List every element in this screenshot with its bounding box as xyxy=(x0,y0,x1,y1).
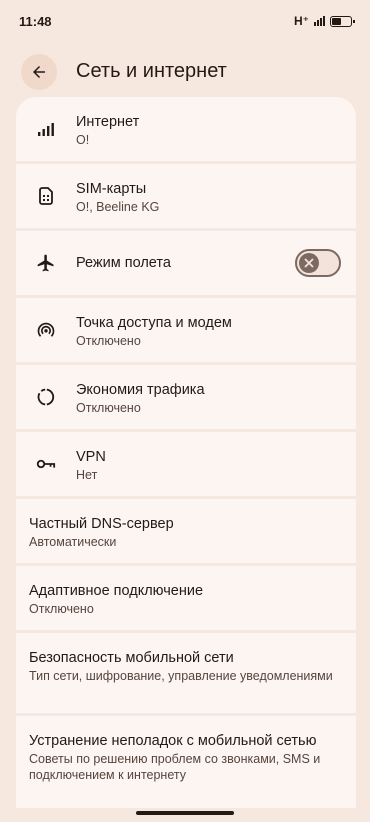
list-item-private-dns[interactable]: Частный DNS-сервер Автоматически xyxy=(16,499,356,563)
airplane-mode-toggle[interactable] xyxy=(295,249,341,277)
item-subtitle: Тип сети, шифрование, управление уведомл… xyxy=(29,669,333,683)
list-item-internet[interactable]: Интернет O! xyxy=(16,97,356,161)
list-item-vpn[interactable]: VPN Нет xyxy=(16,432,356,496)
item-subtitle: Отключено xyxy=(29,602,94,616)
item-subtitle: Автоматически xyxy=(29,535,117,549)
app-header: Сеть и интернет xyxy=(0,52,370,92)
item-title: Устранение неполадок с мобильной сетью xyxy=(29,733,317,749)
item-subtitle: Нет xyxy=(76,468,98,482)
back-button[interactable] xyxy=(21,54,57,90)
item-title: Точка доступа и модем xyxy=(76,315,232,331)
item-subtitle: O!, Beeline KG xyxy=(76,200,160,214)
item-title: Интернет xyxy=(76,114,140,130)
item-subtitle: O! xyxy=(76,133,90,147)
item-title: Безопасность мобильной сети xyxy=(29,650,234,666)
item-subtitle: Отключено xyxy=(76,334,141,348)
page-title: Сеть и интернет xyxy=(76,60,227,82)
status-time: 11:48 xyxy=(19,14,52,29)
item-subtitle: Советы по решению проблем со звонками, S… xyxy=(29,752,321,782)
network-type: H⁺ xyxy=(294,14,309,28)
airplane-icon xyxy=(36,253,56,273)
item-title: Частный DNS-сервер xyxy=(29,516,174,532)
list-item-hotspot[interactable]: Точка доступа и модем Отключено xyxy=(16,298,356,362)
list-item-adaptive-connectivity[interactable]: Адаптивное подключение Отключено xyxy=(16,566,356,630)
hotspot-icon xyxy=(36,320,56,340)
list-item-airplane-mode[interactable]: Режим полета xyxy=(16,231,356,295)
status-bar: 11:48 H⁺ xyxy=(0,0,370,44)
data-saver-icon xyxy=(36,387,56,407)
close-icon xyxy=(304,258,314,268)
settings-list: Интернет O! SIM-карты O!, Beeline KG Реж… xyxy=(16,97,356,811)
home-indicator[interactable] xyxy=(136,811,234,815)
list-item-data-saver[interactable]: Экономия трафика Отключено xyxy=(16,365,356,429)
item-subtitle: Отключено xyxy=(76,401,141,415)
item-title: Адаптивное подключение xyxy=(29,583,204,599)
cell-signal-icon xyxy=(314,16,325,26)
list-item-mobile-network-troubleshooting[interactable]: Устранение неполадок с мобильной сетью С… xyxy=(16,716,356,808)
vpn-key-icon xyxy=(36,454,56,474)
signal-icon xyxy=(36,119,56,139)
list-item-sim-cards[interactable]: SIM-карты O!, Beeline KG xyxy=(16,164,356,228)
item-title: VPN xyxy=(76,449,106,465)
status-icons: H⁺ xyxy=(294,14,355,28)
sim-card-icon xyxy=(36,186,56,206)
item-title: SIM-карты xyxy=(76,181,147,197)
toggle-knob xyxy=(299,253,319,273)
item-title: Экономия трафика xyxy=(76,382,205,398)
list-item-mobile-network-security[interactable]: Безопасность мобильной сети Тип сети, ши… xyxy=(16,633,356,713)
arrow-back-icon xyxy=(33,66,45,78)
battery-icon xyxy=(330,15,355,27)
